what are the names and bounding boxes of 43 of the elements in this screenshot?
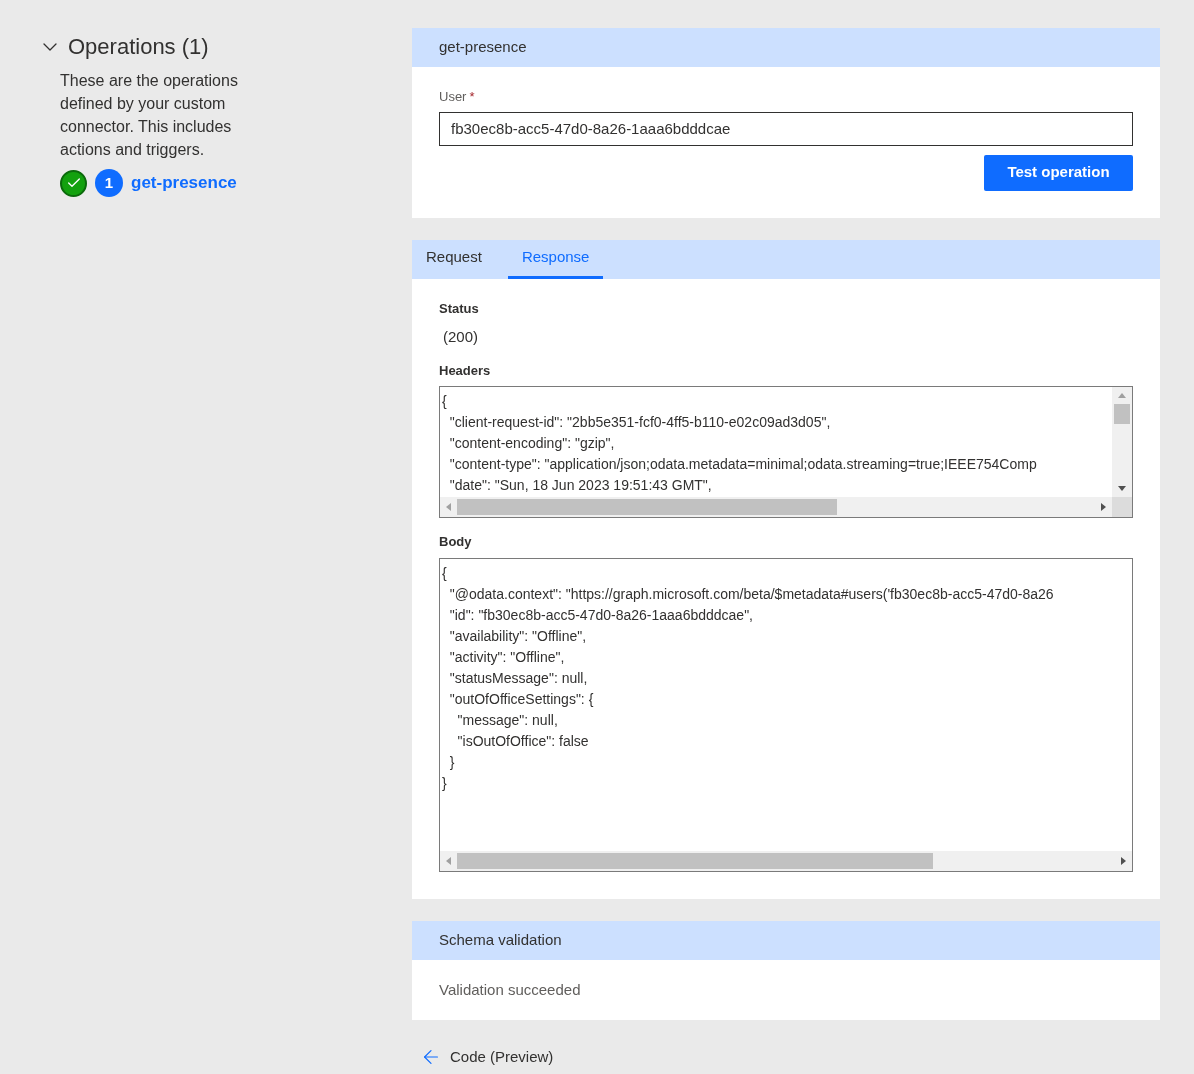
code-line: "outOfOfficeSettings": { — [448, 689, 594, 709]
field-label: Body — [439, 533, 473, 551]
field-label: Headers — [439, 361, 492, 380]
scroll-left-icon[interactable] — [446, 503, 451, 511]
tab[interactable]: Request — [426, 239, 482, 279]
status-code: (200) — [443, 327, 480, 347]
scroll-down-icon[interactable] — [1118, 486, 1126, 491]
user-field[interactable]: fb30ec8b-acc5-47d0-8a26-1aaa6bdddcae — [439, 111, 1133, 146]
code-line: "availability": "Offline", — [448, 626, 587, 646]
field-label: Status — [439, 299, 480, 318]
code-line: } — [448, 752, 455, 772]
operation-link[interactable]: get-presence — [131, 170, 237, 196]
scroll-left-icon[interactable] — [446, 856, 451, 865]
back-link[interactable]: Code (Preview) — [420, 1046, 554, 1069]
code-line: "client-request-id": "2bb5e351-fcf0-4ff5-b110-e02c09ad3d05", — [448, 413, 831, 432]
scroll-right-icon[interactable] — [1101, 503, 1106, 511]
validation-message: Validation succeeded — [438, 979, 582, 1000]
horizontal-scrollbar[interactable] — [457, 499, 837, 515]
code-line: "id": "fb30ec8b-acc5-47d0-8a26-1aaa6bdddcae", — [448, 605, 753, 625]
code-line: "activity": "Offline", — [448, 647, 565, 667]
required-mark: * — [469, 89, 475, 104]
test-operation-button[interactable]: Test operation — [984, 154, 1133, 191]
scroll-up-icon[interactable] — [1118, 393, 1126, 398]
code-line: "isOutOfOffice": false — [456, 731, 589, 751]
code-line: "message": null, — [456, 710, 558, 730]
scroll-right-icon[interactable] — [1121, 856, 1126, 865]
code-line: "content-type": "application/json;odata.metadata=minimal;odata.streaming=true;IEEE754Comp — [448, 455, 1037, 474]
panel-title: get-presence — [439, 37, 527, 58]
vertical-scrollbar[interactable] — [1114, 404, 1130, 424]
code-line: { — [442, 392, 447, 411]
code-line: "content-encoding": "gzip", — [448, 434, 615, 453]
panel-title: Schema validation — [439, 929, 562, 950]
code-line: { — [442, 563, 447, 583]
section-title: Operations (1) — [68, 33, 209, 61]
code-line: "date": "Sun, 18 Jun 2023 19:51:43 GMT", — [448, 476, 712, 495]
section-description: These are the operations defined by your custom connector. This includes actions and triggers. — [60, 71, 239, 160]
scrollbar-corner — [1112, 497, 1132, 517]
code-line: "statusMessage": null, — [448, 668, 588, 688]
code-line: } — [442, 773, 447, 793]
step-number: 1 — [95, 169, 123, 197]
field-label: User — [439, 89, 467, 104]
horizontal-scrollbar[interactable] — [457, 852, 933, 869]
code-line: "@odata.context": "https://graph.microsoft.com/beta/$metadata#users('fb30ec8b-acc5-47d0-8a26 — [448, 584, 1054, 604]
